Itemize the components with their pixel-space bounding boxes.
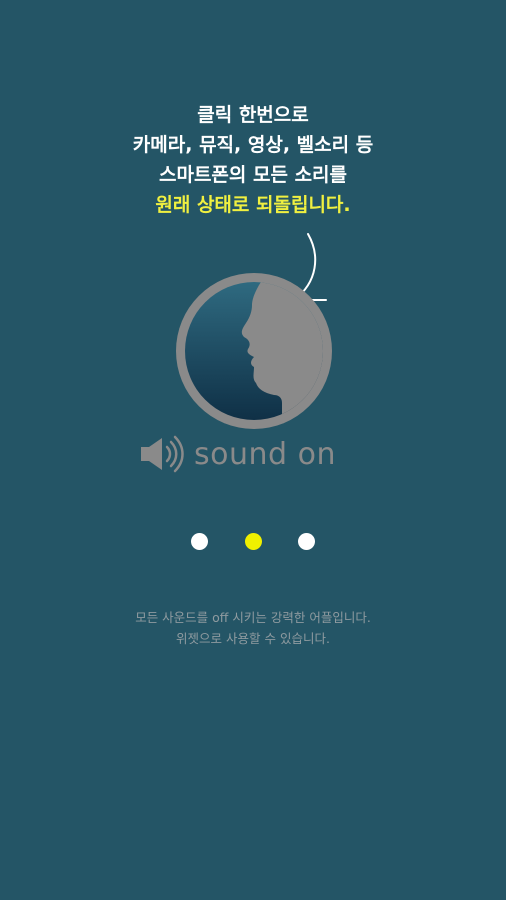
page-dot-2-active[interactable] — [245, 533, 262, 550]
face-profile-icon — [176, 273, 332, 429]
headline-line-2: 카메라, 뮤직, 영상, 벨소리 등 — [132, 134, 374, 156]
page-dot-3[interactable] — [298, 533, 315, 550]
sound-toggle[interactable]: sound on — [140, 432, 380, 476]
speaker-icon — [141, 435, 184, 473]
headline-line-1: 클릭 한번으로 — [197, 104, 309, 126]
page-indicator — [0, 533, 506, 551]
headline-line-accent: 원래 상태로 되돌립니다. — [155, 194, 351, 216]
headline-line-3: 스마트폰의 모든 소리를 — [158, 164, 348, 186]
footer-line-2: 위젯으로 사용할 수 있습니다. — [176, 631, 330, 646]
footer-line-1: 모든 사운드를 off 시키는 강력한 어플입니다. — [135, 610, 371, 625]
headline: 클릭 한번으로 카메라, 뮤직, 영상, 벨소리 등 스마트폰의 모든 소리를 … — [0, 100, 506, 220]
sound-label: sound on — [194, 436, 336, 472]
page-dot-1[interactable] — [191, 533, 208, 550]
face-profile-logo[interactable] — [174, 271, 334, 431]
footer-description: 모든 사운드를 off 시키는 강력한 어플입니다. 위젯으로 사용할 수 있습… — [0, 607, 506, 649]
